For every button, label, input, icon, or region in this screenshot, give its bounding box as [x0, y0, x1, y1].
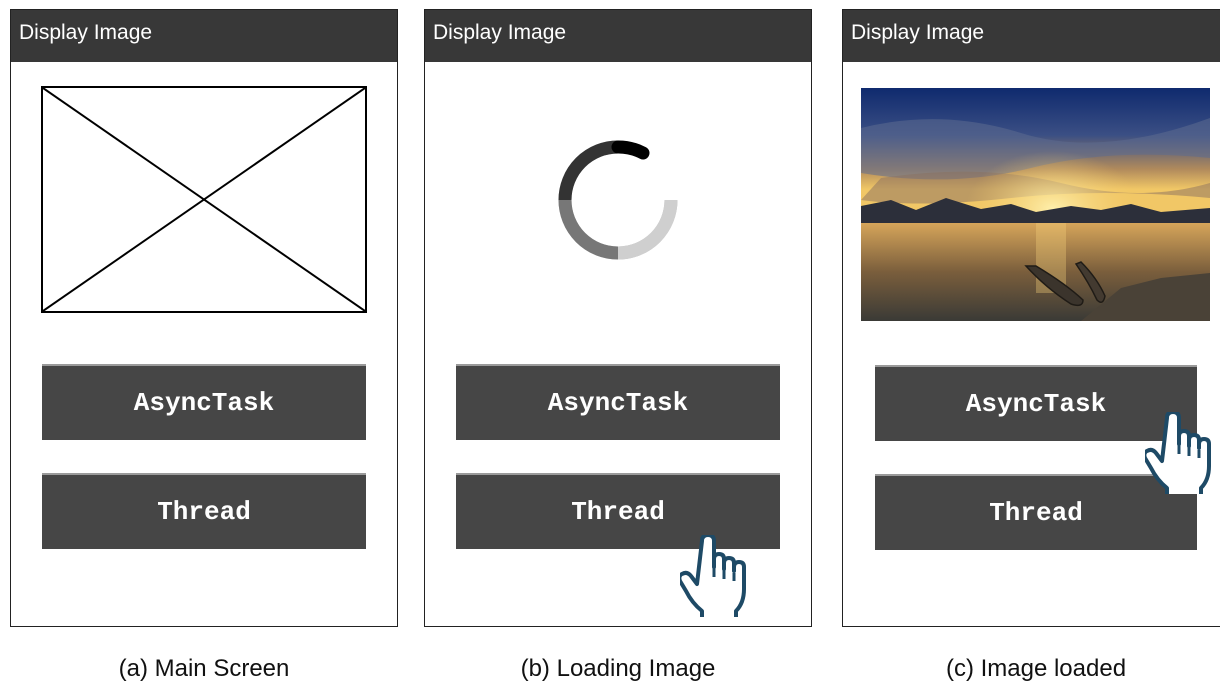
app-bar-title: Display Image	[11, 10, 397, 62]
sunset-lake-photo	[861, 88, 1210, 321]
screen-loaded: Display Image AsyncTask Thread	[842, 9, 1220, 627]
image-placeholder-icon	[41, 86, 367, 313]
app-bar-title: Display Image	[425, 10, 811, 62]
screen-loading: Display Image AsyncTask Thread	[424, 9, 812, 627]
app-bar-title: Display Image	[843, 10, 1220, 62]
caption-loading-image: (b) Loading Image	[520, 655, 716, 682]
asynctask-button[interactable]: AsyncTask	[456, 364, 780, 440]
hand-pointer-icon	[1142, 410, 1215, 498]
caption-main-screen: (a) Main Screen	[118, 655, 290, 682]
caption-image-loaded: (c) Image loaded	[945, 655, 1127, 682]
loading-spinner-icon	[553, 135, 683, 265]
thread-button[interactable]: Thread	[42, 473, 366, 549]
screen-main: Display Image AsyncTask Thread	[10, 9, 398, 627]
asynctask-button[interactable]: AsyncTask	[42, 364, 366, 440]
hand-pointer-icon	[677, 533, 750, 621]
